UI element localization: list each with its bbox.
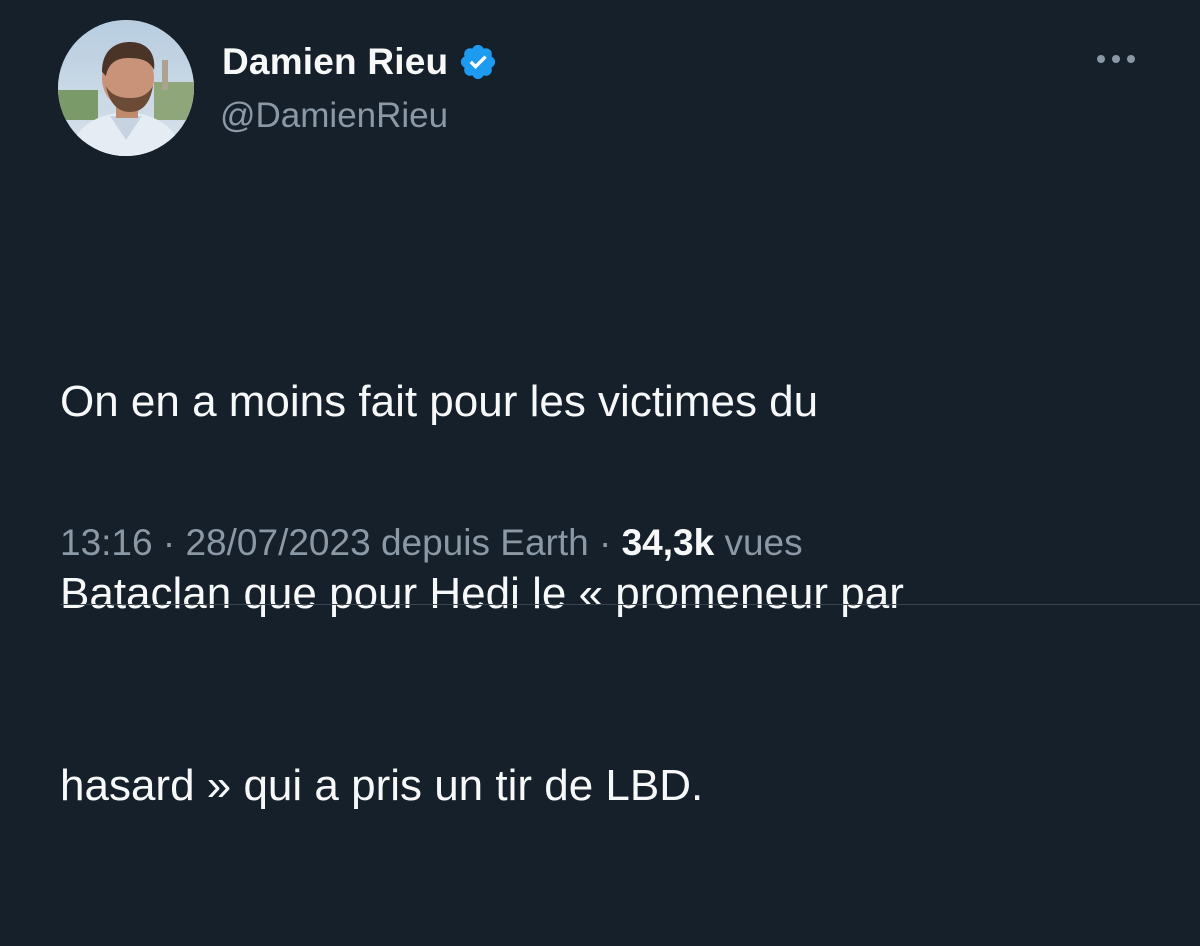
tweet-date[interactable]: 28/07/2023	[185, 522, 370, 563]
meta-separator: ·	[152, 522, 186, 563]
author-handle[interactable]: @DamienRieu	[220, 96, 448, 136]
more-horizontal-icon	[1097, 55, 1135, 63]
author-name[interactable]: Damien Rieu	[222, 41, 448, 83]
avatar-image	[58, 20, 194, 156]
tweet-text-line: On en a moins fait pour les victimes du	[60, 377, 819, 426]
views-count[interactable]: 34,3k	[622, 522, 715, 563]
meta-separator: ·	[588, 522, 622, 563]
divider	[60, 604, 1200, 605]
tweet-text-line: Bataclan que pour Hedi le « promeneur pa…	[60, 569, 904, 618]
tweet-source: depuis Earth	[370, 522, 589, 563]
tweet-text: On en a moins fait pour les victimes du …	[60, 242, 1140, 946]
verified-badge-icon	[458, 42, 498, 82]
views-label: vues	[714, 522, 803, 563]
tweet: Damien Rieu @DamienRieu On en a moins fa…	[0, 0, 1200, 810]
more-options-button[interactable]	[1092, 45, 1140, 73]
tweet-meta: 13:16 · 28/07/2023 depuis Earth · 34,3k …	[60, 522, 803, 564]
tweet-text-line: hasard » qui a pris un tir de LBD.	[60, 761, 704, 810]
tweet-time[interactable]: 13:16	[60, 522, 153, 563]
author-name-row[interactable]: Damien Rieu	[222, 38, 498, 86]
avatar[interactable]	[58, 20, 194, 156]
